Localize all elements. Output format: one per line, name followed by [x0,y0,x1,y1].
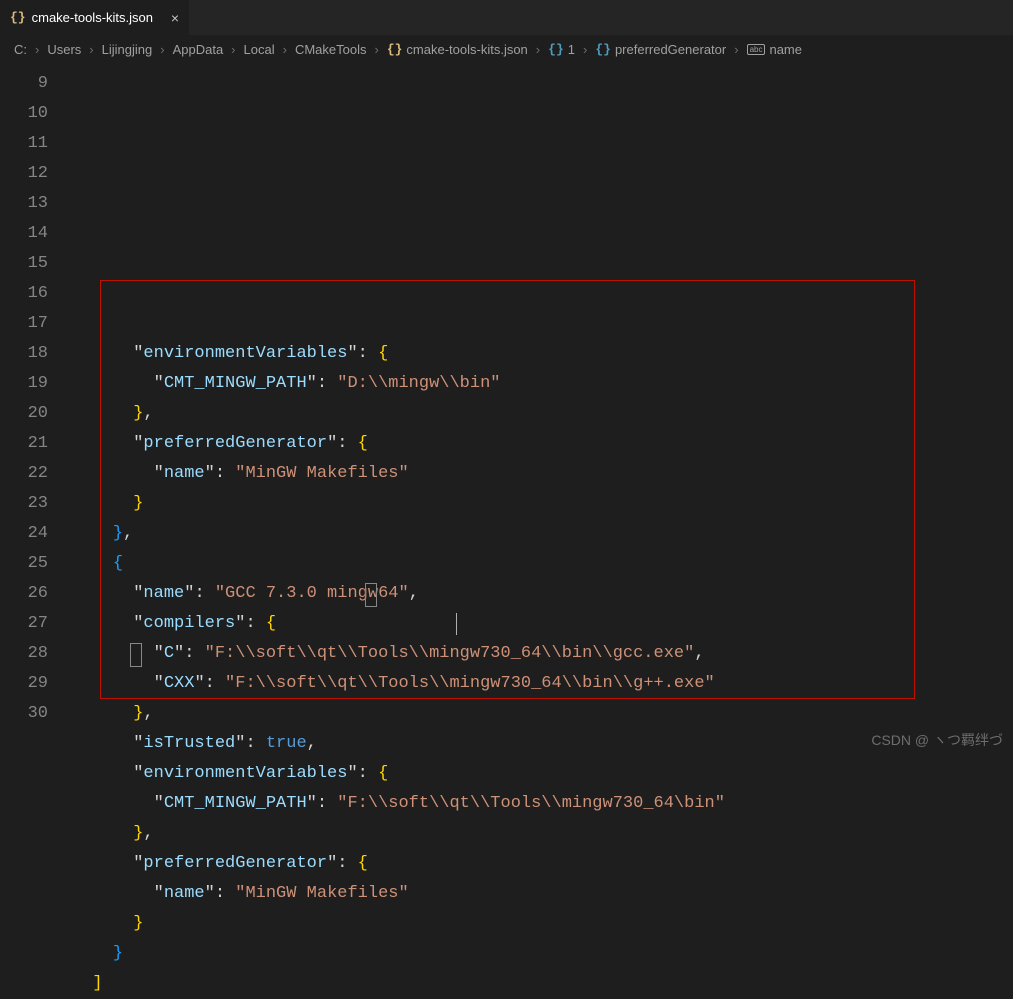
breadcrumb-symbol[interactable]: name [769,42,802,57]
code-line[interactable]: "environmentVariables": { [72,759,1013,789]
line-number: 22 [0,459,48,489]
line-number: 11 [0,129,48,159]
breadcrumb-file[interactable]: cmake-tools-kits.json [406,42,527,57]
editor-tab[interactable]: {} cmake-tools-kits.json × [0,0,190,35]
code-line[interactable]: } [72,909,1013,939]
code-line[interactable]: "environmentVariables": { [72,339,1013,369]
breadcrumb-part[interactable]: Users [47,42,81,57]
line-number: 17 [0,309,48,339]
code-line[interactable]: "preferredGenerator": { [72,849,1013,879]
code-line[interactable]: "CMT_MINGW_PATH": "F:\\soft\\qt\\Tools\\… [72,789,1013,819]
line-number: 23 [0,489,48,519]
line-number: 21 [0,429,48,459]
json-file-icon: {} [387,42,403,57]
chevron-right-icon: › [227,42,239,57]
line-number: 30 [0,699,48,729]
code-content[interactable]: "environmentVariables": { "CMT_MINGW_PAT… [72,69,1013,999]
line-number: 19 [0,369,48,399]
line-number: 26 [0,579,48,609]
code-line[interactable]: "name": "GCC 7.3.0 mingw64", [72,579,1013,609]
line-number: 15 [0,249,48,279]
line-number: 9 [0,69,48,99]
chevron-right-icon: › [532,42,544,57]
line-number: 16 [0,279,48,309]
chevron-right-icon: › [31,42,43,57]
code-line[interactable]: { [72,549,1013,579]
tab-bar: {} cmake-tools-kits.json × [0,0,1013,35]
code-line[interactable]: "preferredGenerator": { [72,429,1013,459]
text-cursor [456,613,457,635]
chevron-right-icon: › [85,42,97,57]
chevron-right-icon: › [730,42,742,57]
breadcrumb-part[interactable]: AppData [173,42,224,57]
breadcrumb[interactable]: C:› Users› Lijingjing› AppData› Local› C… [0,35,1013,63]
code-line[interactable]: }, [72,699,1013,729]
tab-filename: cmake-tools-kits.json [32,10,153,25]
code-line[interactable]: "name": "MinGW Makefiles" [72,459,1013,489]
breadcrumb-symbol[interactable]: preferredGenerator [615,42,726,57]
line-number: 12 [0,159,48,189]
breadcrumb-part[interactable]: CMakeTools [295,42,367,57]
code-line[interactable]: "CXX": "F:\\soft\\qt\\Tools\\mingw730_64… [72,669,1013,699]
chevron-right-icon: › [279,42,291,57]
breadcrumb-part[interactable]: Local [244,42,275,57]
code-editor[interactable]: 9101112131415161718192021222324252627282… [0,63,1013,999]
code-line[interactable]: "name": "MinGW Makefiles" [72,879,1013,909]
symbol-object-icon: {} [548,42,564,57]
line-number-gutter: 9101112131415161718192021222324252627282… [0,69,72,999]
watermark: CSDN @ ヽつ羁绊づ [871,730,1003,750]
json-file-icon: {} [10,10,26,25]
line-number: 18 [0,339,48,369]
line-number: 25 [0,549,48,579]
breadcrumb-part[interactable]: Lijingjing [102,42,153,57]
chevron-right-icon: › [579,42,591,57]
chevron-right-icon: › [370,42,382,57]
chevron-right-icon: › [156,42,168,57]
line-number: 28 [0,639,48,669]
breadcrumb-symbol[interactable]: 1 [568,42,575,57]
code-line[interactable]: } [72,489,1013,519]
code-line[interactable]: "CMT_MINGW_PATH": "D:\\mingw\\bin" [72,369,1013,399]
line-number: 27 [0,609,48,639]
line-number: 20 [0,399,48,429]
line-number: 13 [0,189,48,219]
code-line[interactable]: "C": "F:\\soft\\qt\\Tools\\mingw730_64\\… [72,639,1013,669]
code-line[interactable]: "compilers": { [72,609,1013,639]
breadcrumb-part[interactable]: C: [14,42,27,57]
code-line[interactable]: ] [72,969,1013,999]
symbol-string-icon: abc [747,44,766,55]
line-number: 29 [0,669,48,699]
symbol-object-icon: {} [595,42,611,57]
line-number: 24 [0,519,48,549]
code-line[interactable]: }, [72,819,1013,849]
line-number: 14 [0,219,48,249]
close-icon[interactable]: × [171,10,179,26]
code-line[interactable]: }, [72,519,1013,549]
code-line[interactable]: } [72,939,1013,969]
line-number: 10 [0,99,48,129]
code-line[interactable]: }, [72,399,1013,429]
